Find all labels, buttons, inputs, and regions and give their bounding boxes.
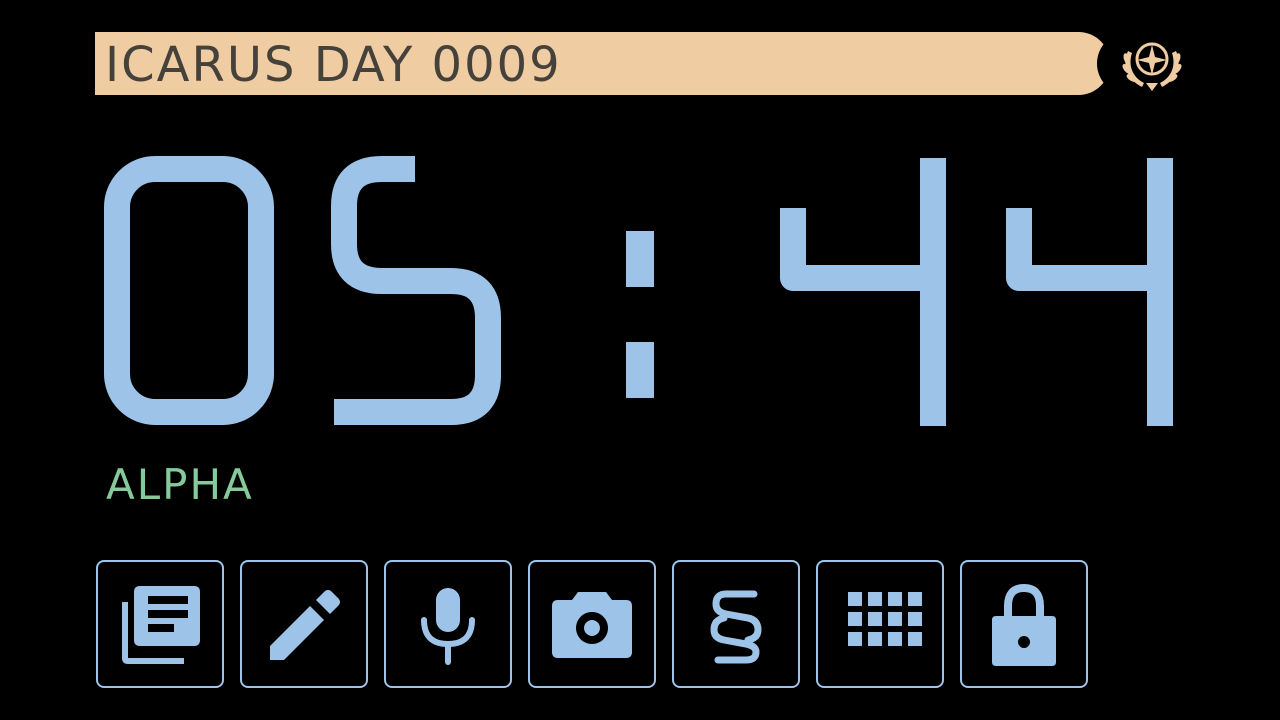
clock-hour-digit-5 [331, 156, 501, 425]
clock-minute-digit-4b [1006, 158, 1173, 426]
pencil-icon [270, 590, 340, 660]
shift-label: ALPHA [106, 460, 254, 509]
camera-button[interactable] [528, 560, 656, 688]
grid-icon [848, 592, 922, 646]
apps-grid-button[interactable] [816, 560, 944, 688]
clock-separator [626, 231, 654, 398]
camera-icon [552, 592, 632, 658]
microphone-icon [421, 588, 475, 665]
section-button[interactable] [672, 560, 800, 688]
clock-hour-digit-0 [104, 156, 274, 425]
edit-button[interactable] [240, 560, 368, 688]
library-books-icon [122, 586, 200, 664]
lock-button[interactable] [960, 560, 1088, 688]
starfleet-emblem-icon [1118, 33, 1186, 95]
lock-icon [992, 583, 1056, 666]
log-button[interactable] [96, 560, 224, 688]
clock-minute-digit-4a [780, 158, 946, 426]
section-sign-icon [710, 590, 762, 664]
page-title: ICARUS DAY 0009 [105, 37, 562, 93]
clock-display [104, 156, 1176, 428]
microphone-button[interactable] [384, 560, 512, 688]
